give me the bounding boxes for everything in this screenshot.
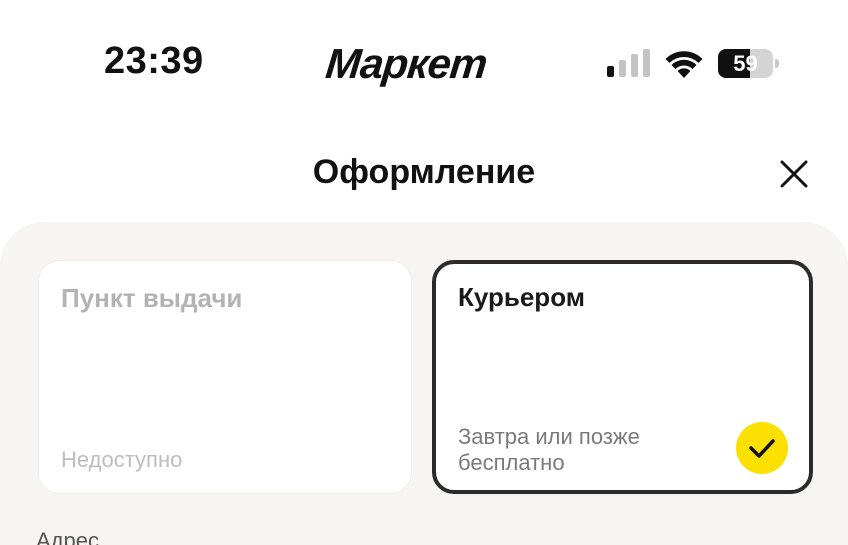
battery-body: 59 bbox=[718, 49, 773, 78]
option-status-line: Недоступно bbox=[61, 447, 183, 472]
address-label: Адрес bbox=[36, 528, 99, 545]
option-title: Курьером bbox=[458, 282, 585, 312]
checkmark-icon bbox=[749, 439, 775, 458]
checkout-sheet: Пункт выдачи Недоступно Курьером Завтра … bbox=[0, 222, 848, 545]
brand-logo: Маркет bbox=[323, 40, 490, 87]
wifi-icon bbox=[665, 51, 703, 78]
selected-check-badge bbox=[736, 422, 788, 474]
battery-level: 59 bbox=[733, 51, 758, 76]
delivery-option-pickup[interactable]: Пункт выдачи Недоступно bbox=[38, 260, 412, 494]
close-icon bbox=[780, 160, 808, 188]
delivery-option-courier[interactable]: Курьером Завтра или позже бесплатно bbox=[432, 260, 813, 494]
option-description-line1: Завтра или позже bbox=[458, 424, 640, 449]
checkout-screen: 23:39 Маркет 59 Оформление Пункт выдачи … bbox=[0, 0, 848, 545]
cellular-signal-icon bbox=[607, 49, 650, 77]
option-description: Завтра или позже бесплатно bbox=[458, 424, 640, 476]
battery-cap bbox=[775, 59, 779, 68]
close-button[interactable] bbox=[770, 150, 818, 198]
option-title: Пункт выдачи bbox=[61, 283, 243, 313]
battery-indicator: 59 bbox=[718, 49, 782, 78]
status-time: 23:39 bbox=[104, 40, 204, 82]
option-status: Недоступно bbox=[61, 447, 182, 473]
page-title: Оформление bbox=[312, 153, 536, 191]
status-bar: 23:39 Маркет 59 bbox=[0, 0, 848, 125]
option-description-line2: бесплатно bbox=[458, 450, 565, 475]
